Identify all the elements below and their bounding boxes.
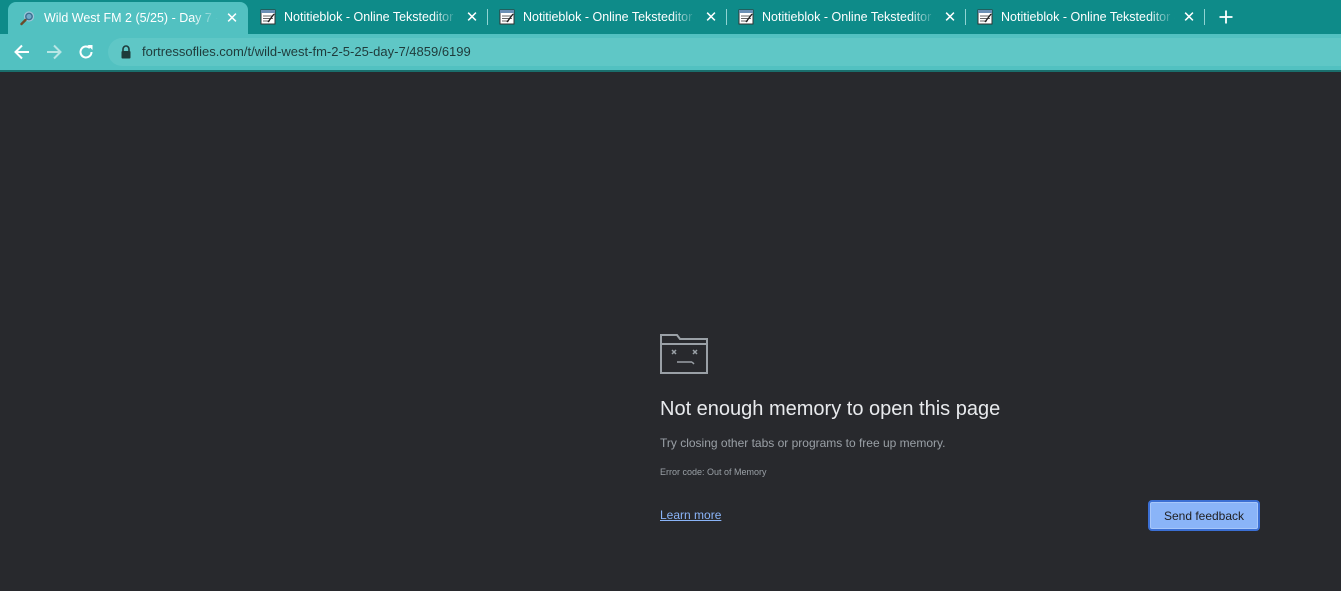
close-icon[interactable]: ✕ [224,10,240,26]
notepad-icon [260,9,276,25]
close-icon[interactable]: ✕ [1181,9,1197,25]
new-tab-button[interactable] [1214,6,1238,28]
tab-wild-west[interactable]: Wild West FM 2 (5/25) - Day 7 - Fortress… [8,2,248,34]
tab-notitieblok-1[interactable]: Notitieblok - Online Teksteditor & Kladb… [248,0,488,34]
reload-icon [79,45,93,59]
tab-title: Notitieblok - Online Teksteditor & Kladb… [523,10,697,24]
tab-notitieblok-4[interactable]: Notitieblok - Online Teksteditor & Kladb… [965,0,1205,34]
tab-notitieblok-2[interactable]: Notitieblok - Online Teksteditor & Kladb… [487,0,727,34]
notepad-icon [499,9,515,25]
error-code: Error code: Out of Memory [660,467,767,477]
close-icon[interactable]: ✕ [464,9,480,25]
tab-title: Notitieblok - Online Teksteditor & Kladb… [1001,10,1175,24]
close-icon[interactable]: ✕ [942,9,958,25]
forward-button[interactable] [42,40,66,64]
tab-strip: Wild West FM 2 (5/25) - Day 7 - Fortress… [0,0,1341,34]
tab-title: Notitieblok - Online Teksteditor & Kladb… [284,10,458,24]
tab-title: Notitieblok - Online Teksteditor & Kladb… [762,10,936,24]
arrow-right-icon [47,44,62,60]
tab-notitieblok-3[interactable]: Notitieblok - Online Teksteditor & Kladb… [726,0,966,34]
sad-folder-icon [660,334,708,374]
lock-icon[interactable] [120,45,132,59]
tab-separator [1204,9,1205,25]
send-feedback-button[interactable]: Send feedback [1148,500,1260,531]
notepad-icon [977,9,993,25]
notepad-icon [738,9,754,25]
url-text[interactable]: fortressoflies.com/t/wild-west-fm-2-5-25… [142,44,471,59]
close-icon[interactable]: ✕ [703,9,719,25]
search-icon [20,10,36,26]
reload-button[interactable] [74,40,98,64]
error-heading: Not enough memory to open this page [660,398,1001,420]
arrow-left-icon [14,44,29,60]
back-button[interactable] [10,40,34,64]
plus-icon [1219,10,1233,24]
error-subtext: Try closing other tabs or programs to fr… [660,436,946,450]
address-bar[interactable]: fortressoflies.com/t/wild-west-fm-2-5-25… [108,38,1341,66]
learn-more-link[interactable]: Learn more [660,508,721,522]
tab-title: Wild West FM 2 (5/25) - Day 7 - Fortress… [44,11,218,25]
